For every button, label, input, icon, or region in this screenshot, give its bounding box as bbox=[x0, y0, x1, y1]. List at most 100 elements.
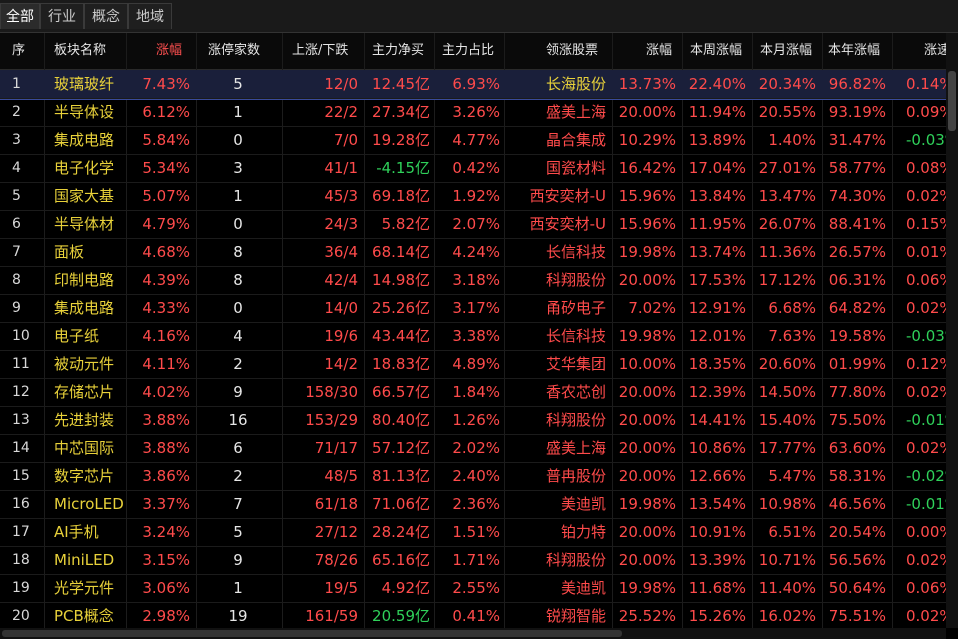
leading-stock[interactable]: 盛美上海 bbox=[506, 98, 606, 126]
sector-name[interactable]: 数字芯片 bbox=[54, 462, 124, 490]
main-net-buy: -4.15亿 bbox=[376, 159, 430, 177]
col-up-down-header[interactable]: 上涨/下跌 bbox=[292, 33, 358, 69]
leading-stock[interactable]: 西安奕材-U bbox=[506, 182, 606, 210]
table-row[interactable]: 12 存储芯片 4.02% 9 158/30 66.57亿 1.84% 香农芯创 20.00% 1… bbox=[0, 378, 946, 407]
up-down-count: 71/17 bbox=[314, 439, 358, 457]
table-row[interactable]: 17 AI手机 3.24% 5 27/12 28.24亿 1.51% 铂力特 20.00% 10.… bbox=[0, 518, 946, 547]
table-row[interactable]: 4 电子化学 5.34% 3 41/1 -4.15亿 0.42% 国瓷材料 16.42% 17.0… bbox=[0, 154, 946, 183]
table-row[interactable]: 3 集成电路 5.84% 0 7/0 19.28亿 4.77% 晶合集成 10.29% 13.89… bbox=[0, 126, 946, 155]
sector-name[interactable]: 印制电路 bbox=[54, 266, 124, 294]
table-row[interactable]: 14 中芯国际 3.88% 6 71/17 57.12亿 2.02% 盛美上海 20.00% 10… bbox=[0, 434, 946, 463]
table-row[interactable]: 8 印制电路 4.39% 8 42/4 14.98亿 3.18% 科翔股份 20.00% 17.5… bbox=[0, 266, 946, 295]
main-net-buy: 65.16亿 bbox=[372, 551, 430, 569]
sector-name[interactable]: 被动元件 bbox=[54, 350, 124, 378]
sector-name[interactable]: MicroLED bbox=[54, 490, 124, 518]
leading-stock[interactable]: 艾华集团 bbox=[506, 350, 606, 378]
up-down-count: 19/5 bbox=[324, 579, 358, 597]
vertical-scrollbar[interactable] bbox=[946, 33, 958, 628]
row-index: 15 bbox=[12, 468, 30, 484]
vertical-scroll-thumb[interactable] bbox=[948, 71, 956, 131]
col-main-ratio-header[interactable]: 主力占比 bbox=[442, 33, 502, 69]
table-row[interactable]: 13 先进封装 3.88% 16 153/29 80.40亿 1.26% 科翔股份 20.00%… bbox=[0, 406, 946, 435]
leading-stock[interactable]: 长信科技 bbox=[506, 322, 606, 350]
leading-stock[interactable]: 美迪凯 bbox=[506, 490, 606, 518]
horizontal-scrollbar[interactable] bbox=[0, 628, 946, 639]
horizontal-scroll-thumb[interactable] bbox=[2, 630, 622, 637]
year-change: 50.64% bbox=[828, 579, 886, 597]
leading-stock[interactable]: 铂力特 bbox=[506, 518, 606, 546]
sector-name[interactable]: 集成电路 bbox=[54, 294, 124, 322]
sector-name[interactable]: 玻璃玻纤 bbox=[54, 70, 124, 98]
leading-stock[interactable]: 长信科技 bbox=[506, 238, 606, 266]
table-row[interactable]: 15 数字芯片 3.86% 2 48/5 81.13亿 2.40% 普冉股份 20.00% 12.… bbox=[0, 462, 946, 491]
table-row[interactable]: 5 国家大基 5.07% 1 45/3 69.18亿 1.92% 西安奕材-U 15.96% 13… bbox=[0, 182, 946, 211]
sector-name[interactable]: 光学元件 bbox=[54, 574, 124, 602]
table-row[interactable]: 10 电子纸 4.16% 4 19/6 43.44亿 3.38% 长信科技 19.98% 12.0… bbox=[0, 322, 946, 351]
leading-stock[interactable]: 长海股份 bbox=[506, 70, 606, 98]
table-row[interactable]: 7 面板 4.68% 8 36/4 68.14亿 4.24% 长信科技 19.98% 13.74%… bbox=[0, 238, 946, 267]
sector-name[interactable]: 半导体材 bbox=[54, 210, 124, 238]
leading-stock[interactable]: 科翔股份 bbox=[506, 266, 606, 294]
main-ratio: 0.42% bbox=[452, 159, 500, 177]
month-change: 1.40% bbox=[768, 131, 816, 149]
leading-stock[interactable]: 美迪凯 bbox=[506, 574, 606, 602]
sector-name[interactable]: 电子化学 bbox=[54, 154, 124, 182]
tab-industry[interactable]: 行业 bbox=[40, 3, 84, 29]
sector-name[interactable]: 半导体设 bbox=[54, 98, 124, 126]
sector-change: 2.98% bbox=[142, 607, 190, 625]
year-change: 46.56% bbox=[828, 495, 886, 513]
table-row[interactable]: 18 MiniLED 3.15% 9 78/26 65.16亿 1.71% 科翔股份 20.00… bbox=[0, 546, 946, 575]
sector-name[interactable]: 集成电路 bbox=[54, 126, 124, 154]
sector-name[interactable]: 国家大基 bbox=[54, 182, 124, 210]
leading-stock[interactable]: 国瓷材料 bbox=[506, 154, 606, 182]
up-down-count: 27/12 bbox=[314, 523, 358, 541]
main-net-buy: 25.26亿 bbox=[372, 299, 430, 317]
col-index-header[interactable]: 序 bbox=[12, 33, 42, 69]
leading-stock[interactable]: 晶合集成 bbox=[506, 126, 606, 154]
limit-up-count: 1 bbox=[233, 579, 243, 597]
main-net-buy: 18.83亿 bbox=[372, 355, 430, 373]
sector-name[interactable]: 面板 bbox=[54, 238, 124, 266]
table-row[interactable]: 1 玻璃玻纤 7.43% 5 12/0 12.45亿 6.93% 长海股份 13.73% 22.4… bbox=[0, 70, 946, 100]
tab-concept[interactable]: 概念 bbox=[84, 3, 128, 29]
sector-name[interactable]: PCB概念 bbox=[54, 602, 124, 628]
col-main-net-buy-header[interactable]: 主力净买 bbox=[372, 33, 432, 69]
row-index: 18 bbox=[12, 552, 30, 568]
col-speed-header[interactable]: 涨速 bbox=[924, 33, 946, 69]
sector-name[interactable]: 先进封装 bbox=[54, 406, 124, 434]
leading-stock[interactable]: 科翔股份 bbox=[506, 406, 606, 434]
table-row[interactable]: 2 半导体设 6.12% 1 22/2 27.34亿 3.26% 盛美上海 20.00% 11.9… bbox=[0, 98, 946, 127]
col-leader-change-header[interactable]: 涨幅 bbox=[646, 33, 686, 69]
col-leading-stock-header[interactable]: 领涨股票 bbox=[546, 33, 616, 69]
sector-name[interactable]: 电子纸 bbox=[54, 322, 124, 350]
sector-name[interactable]: AI手机 bbox=[54, 518, 124, 546]
col-month-change-header[interactable]: 本月涨幅 bbox=[760, 33, 822, 69]
table-row[interactable]: 11 被动元件 4.11% 2 14/2 18.83亿 4.89% 艾华集团 10.00% 18.… bbox=[0, 350, 946, 379]
col-change-header-sorted[interactable]: 涨幅 bbox=[156, 33, 196, 69]
year-change: 20.54% bbox=[828, 523, 886, 541]
leader-change: 20.00% bbox=[618, 411, 676, 429]
col-sector-name-header[interactable]: 板块名称 bbox=[54, 33, 124, 69]
leading-stock[interactable]: 普冉股份 bbox=[506, 462, 606, 490]
leading-stock[interactable]: 锐翔智能 bbox=[506, 602, 606, 628]
leading-stock[interactable]: 香农芯创 bbox=[506, 378, 606, 406]
tab-region[interactable]: 地域 bbox=[128, 3, 172, 29]
table-row[interactable]: 20 PCB概念 2.98% 19 161/59 20.59亿 0.41% 锐翔智能 25.52… bbox=[0, 602, 946, 628]
sector-name[interactable]: 存储芯片 bbox=[54, 378, 124, 406]
up-down-count: 19/6 bbox=[324, 327, 358, 345]
leading-stock[interactable]: 西安奕材-U bbox=[506, 210, 606, 238]
leading-stock[interactable]: 甬矽电子 bbox=[506, 294, 606, 322]
leading-stock[interactable]: 科翔股份 bbox=[506, 546, 606, 574]
tab-all[interactable]: 全部 bbox=[0, 3, 40, 29]
col-year-change-header[interactable]: 本年涨幅 bbox=[828, 33, 888, 69]
table-row[interactable]: 6 半导体材 4.79% 0 24/3 5.82亿 2.07% 西安奕材-U 15.96% 11.… bbox=[0, 210, 946, 239]
table-row[interactable]: 19 光学元件 3.06% 1 19/5 4.92亿 2.55% 美迪凯 19.98% 11.68… bbox=[0, 574, 946, 603]
leading-stock[interactable]: 盛美上海 bbox=[506, 434, 606, 462]
table-row[interactable]: 9 集成电路 4.33% 0 14/0 25.26亿 3.17% 甬矽电子 7.02% 12.91… bbox=[0, 294, 946, 323]
table-row[interactable]: 16 MicroLED 3.37% 7 61/18 71.06亿 2.36% 美迪凯 19.98… bbox=[0, 490, 946, 519]
sector-name[interactable]: 中芯国际 bbox=[54, 434, 124, 462]
month-change: 10.98% bbox=[758, 495, 816, 513]
col-week-change-header[interactable]: 本周涨幅 bbox=[690, 33, 756, 69]
sector-name[interactable]: MiniLED bbox=[54, 546, 124, 574]
col-limit-up-count-header[interactable]: 涨停家数 bbox=[208, 33, 278, 69]
